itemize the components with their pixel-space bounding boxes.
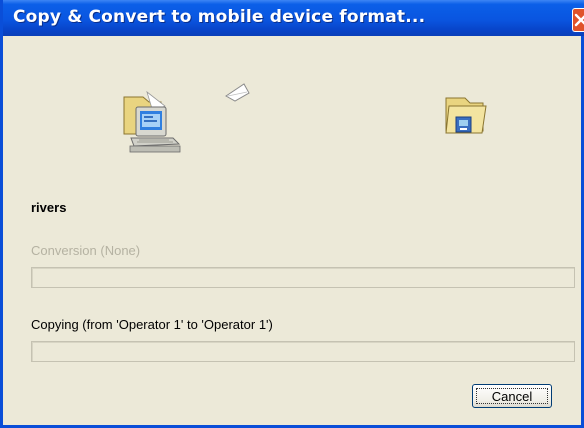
cancel-button[interactable]: Cancel xyxy=(472,384,552,408)
mobile-device-folder-icon xyxy=(445,97,487,134)
current-file-name: rivers xyxy=(31,200,67,215)
copying-progress-bar xyxy=(31,341,575,362)
copy-animation xyxy=(123,83,487,153)
computer-with-folder-icon xyxy=(123,90,181,153)
cancel-button-label: Cancel xyxy=(476,388,548,404)
conversion-progress-bar xyxy=(31,267,575,288)
copying-label: Copying (from 'Operator 1' to 'Operator … xyxy=(31,317,273,332)
conversion-label: Conversion (None) xyxy=(31,243,141,258)
flying-paper-icon xyxy=(225,83,250,102)
copy-convert-dialog: Copy & Convert to mobile device format..… xyxy=(0,0,584,428)
